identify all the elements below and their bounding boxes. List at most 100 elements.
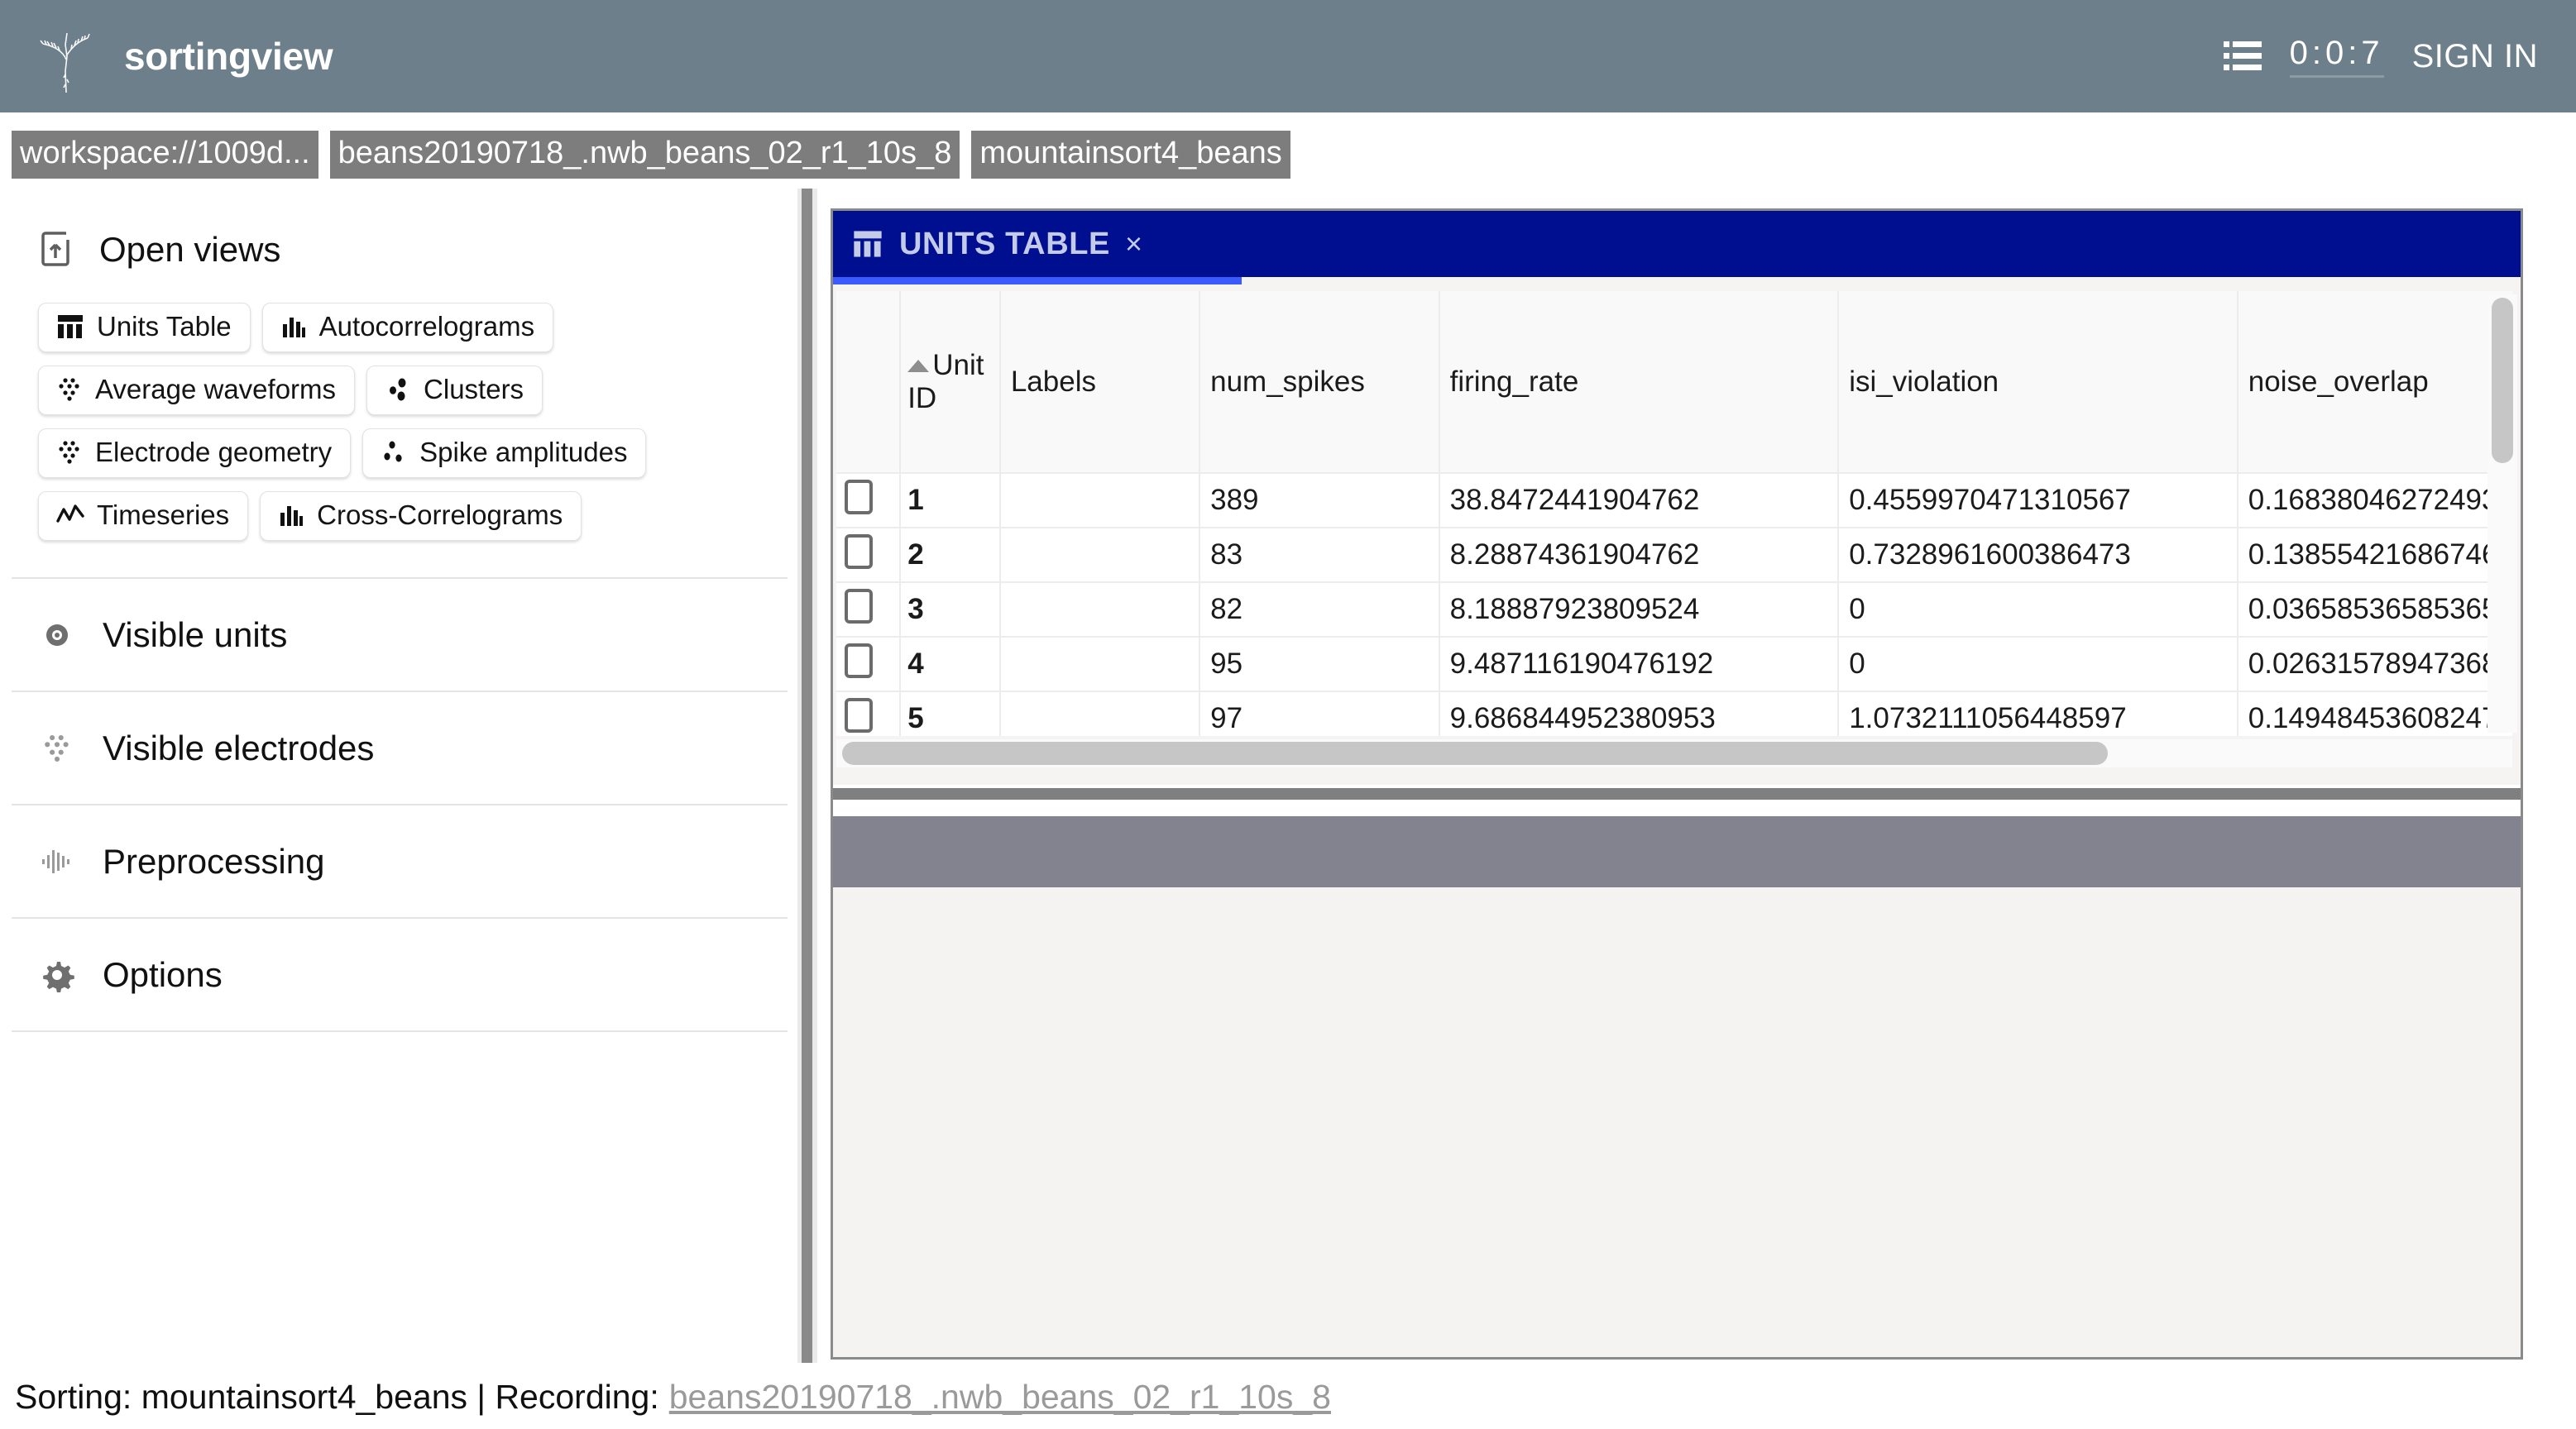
cell-num-spikes: 389 <box>1199 473 1439 528</box>
row-checkbox-cell[interactable] <box>836 473 900 528</box>
status-text: Sorting: mountainsort4_beans | Recording… <box>15 1378 659 1417</box>
row-checkbox-cell[interactable] <box>836 528 900 582</box>
column-header-unit-id[interactable]: Unit ID <box>900 291 1000 473</box>
open-view-spike-amplitudes-button[interactable]: Spike amplitudes <box>362 428 646 478</box>
cell-num-spikes: 83 <box>1199 528 1439 582</box>
open-view-autocorrelograms-button[interactable]: Autocorrelograms <box>262 303 553 352</box>
tab-label: UNITS TABLE <box>899 227 1110 262</box>
breadcrumb-item-sorting[interactable]: mountainsort4_beans <box>971 131 1290 179</box>
open-view-clusters-button[interactable]: Clusters <box>366 366 543 415</box>
column-header-label: num_spikes <box>1210 366 1365 398</box>
cell-unit-id: 5 <box>900 691 1000 736</box>
cell-unit-id: 4 <box>900 637 1000 691</box>
cell-isi-violation: 1.0732111056448597 <box>1838 691 2238 736</box>
main-pane: UNITS TABLE × Unit ID Labels <box>831 208 2523 1360</box>
sort-ascending-icon <box>907 360 929 372</box>
cell-firing-rate: 9.487116190476192 <box>1439 637 1839 691</box>
vertical-splitter-handle[interactable] <box>802 189 812 1363</box>
cell-noise-overlap: 0.13855421686746983 <box>2238 528 2512 582</box>
tab-units-table[interactable]: UNITS TABLE × <box>833 211 1164 277</box>
cell-labels <box>1000 528 1199 582</box>
table-vertical-scrollbar-thumb[interactable] <box>2492 298 2513 463</box>
tab-active-indicator <box>833 277 1242 284</box>
row-checkbox[interactable] <box>845 534 873 569</box>
row-checkbox-cell[interactable] <box>836 691 900 736</box>
cell-firing-rate: 8.28874361904762 <box>1439 528 1839 582</box>
open-view-label: Electrode geometry <box>95 437 332 468</box>
open-views-label: Open views <box>99 230 280 270</box>
open-view-label: Cross-Correlograms <box>317 499 563 531</box>
table-row[interactable]: 4 95 9.487116190476192 0 0.0263157894736… <box>836 637 2512 691</box>
scatter-dots-icon <box>380 438 408 466</box>
table-row[interactable]: 5 97 9.686844952380953 1.073211105644859… <box>836 691 2512 736</box>
waveform-logo-icon <box>30 17 103 96</box>
open-view-electrode-geometry-button[interactable]: Electrode geometry <box>38 428 351 478</box>
close-icon[interactable]: × <box>1125 227 1142 261</box>
breadcrumb: workspace://1009d... beans20190718_.nwb_… <box>0 112 2576 175</box>
open-view-label: Timeseries <box>97 499 229 531</box>
horizontal-splitter-handle[interactable] <box>833 788 2521 800</box>
vertical-splitter[interactable] <box>797 189 817 1363</box>
table-vertical-scrollbar[interactable] <box>2487 294 2517 733</box>
units-table: Unit ID Labels num_spikes firing_rate is <box>836 291 2512 736</box>
session-timer: 0:0:7 <box>2290 35 2384 78</box>
row-checkbox[interactable] <box>845 643 873 678</box>
lower-panel-body <box>833 887 2521 1357</box>
cell-unit-id: 1 <box>900 473 1000 528</box>
table-horizontal-scrollbar-thumb[interactable] <box>842 742 2108 765</box>
recording-link[interactable]: beans20190718_.nwb_beans_02_r1_10s_8 <box>669 1378 1331 1417</box>
sidebar-item-visible-electrodes[interactable]: Visible electrodes <box>12 692 788 805</box>
open-view-cross-correlograms-button[interactable]: Cross-Correlograms <box>260 491 582 541</box>
open-views-buttons: Units Table Autocorrelograms Average wav <box>0 270 745 541</box>
table-horizontal-scrollbar[interactable] <box>836 739 2512 767</box>
select-all-header[interactable] <box>836 291 900 473</box>
column-header-num-spikes[interactable]: num_spikes <box>1199 291 1439 473</box>
table-icon <box>55 312 85 342</box>
line-chart-icon <box>55 503 85 528</box>
cell-noise-overlap: 0.02631578947368418 <box>2238 637 2512 691</box>
horizontal-splitter[interactable] <box>833 785 2521 803</box>
column-header-label: Labels <box>1011 366 1096 398</box>
open-view-timeseries-button[interactable]: Timeseries <box>38 491 248 541</box>
cell-firing-rate: 8.18887923809524 <box>1439 582 1839 637</box>
sign-in-button[interactable]: SIGN IN <box>2412 38 2538 75</box>
breadcrumb-item-recording[interactable]: beans20190718_.nwb_beans_02_r1_10s_8 <box>330 131 960 179</box>
sidebar-item-options[interactable]: Options <box>12 919 788 1032</box>
cell-unit-id: 3 <box>900 582 1000 637</box>
open-view-units-table-button[interactable]: Units Table <box>38 303 251 352</box>
column-header-labels[interactable]: Labels <box>1000 291 1199 473</box>
sidebar-item-visible-units[interactable]: Visible units <box>12 579 788 692</box>
table-row[interactable]: 3 82 8.18887923809524 0 0.03658536585365… <box>836 582 2512 637</box>
column-header-label: firing_rate <box>1450 366 1579 398</box>
sidebar-item-label: Options <box>103 955 223 995</box>
cell-num-spikes: 82 <box>1199 582 1439 637</box>
breadcrumb-item-workspace[interactable]: workspace://1009d... <box>12 131 318 179</box>
open-view-average-waveforms-button[interactable]: Average waveforms <box>38 366 355 415</box>
row-checkbox[interactable] <box>845 589 873 624</box>
column-header-label: noise_overlap <box>2248 366 2429 398</box>
cell-labels <box>1000 691 1199 736</box>
cell-isi-violation: 0.7328961600386473 <box>1838 528 2238 582</box>
cell-num-spikes: 95 <box>1199 637 1439 691</box>
open-view-label: Units Table <box>97 311 232 342</box>
row-checkbox[interactable] <box>845 698 873 733</box>
cell-labels <box>1000 637 1199 691</box>
open-view-label: Average waveforms <box>95 374 336 405</box>
cell-isi-violation: 0 <box>1838 582 2238 637</box>
app-bar-right: 0:0:7 SIGN IN <box>2224 35 2576 78</box>
row-checkbox[interactable] <box>845 480 873 514</box>
table-row[interactable]: 2 83 8.28874361904762 0.7328961600386473… <box>836 528 2512 582</box>
app-bar: sortingview 0:0:7 SIGN IN <box>0 0 2576 112</box>
column-header-noise-overlap[interactable]: noise_overlap <box>2238 291 2512 473</box>
column-header-isi-violation[interactable]: isi_violation <box>1838 291 2238 473</box>
open-view-label: Autocorrelograms <box>319 311 534 342</box>
row-checkbox-cell[interactable] <box>836 582 900 637</box>
brand[interactable]: sortingview <box>0 17 333 96</box>
list-icon[interactable] <box>2224 40 2262 73</box>
sidebar-item-label: Visible units <box>103 615 287 655</box>
cell-isi-violation: 0.4559970471310567 <box>1838 473 2238 528</box>
row-checkbox-cell[interactable] <box>836 637 900 691</box>
sidebar-item-preprocessing[interactable]: Preprocessing <box>12 805 788 919</box>
column-header-firing-rate[interactable]: firing_rate <box>1439 291 1839 473</box>
table-row[interactable]: 1 389 38.8472441904762 0.455997047131056… <box>836 473 2512 528</box>
